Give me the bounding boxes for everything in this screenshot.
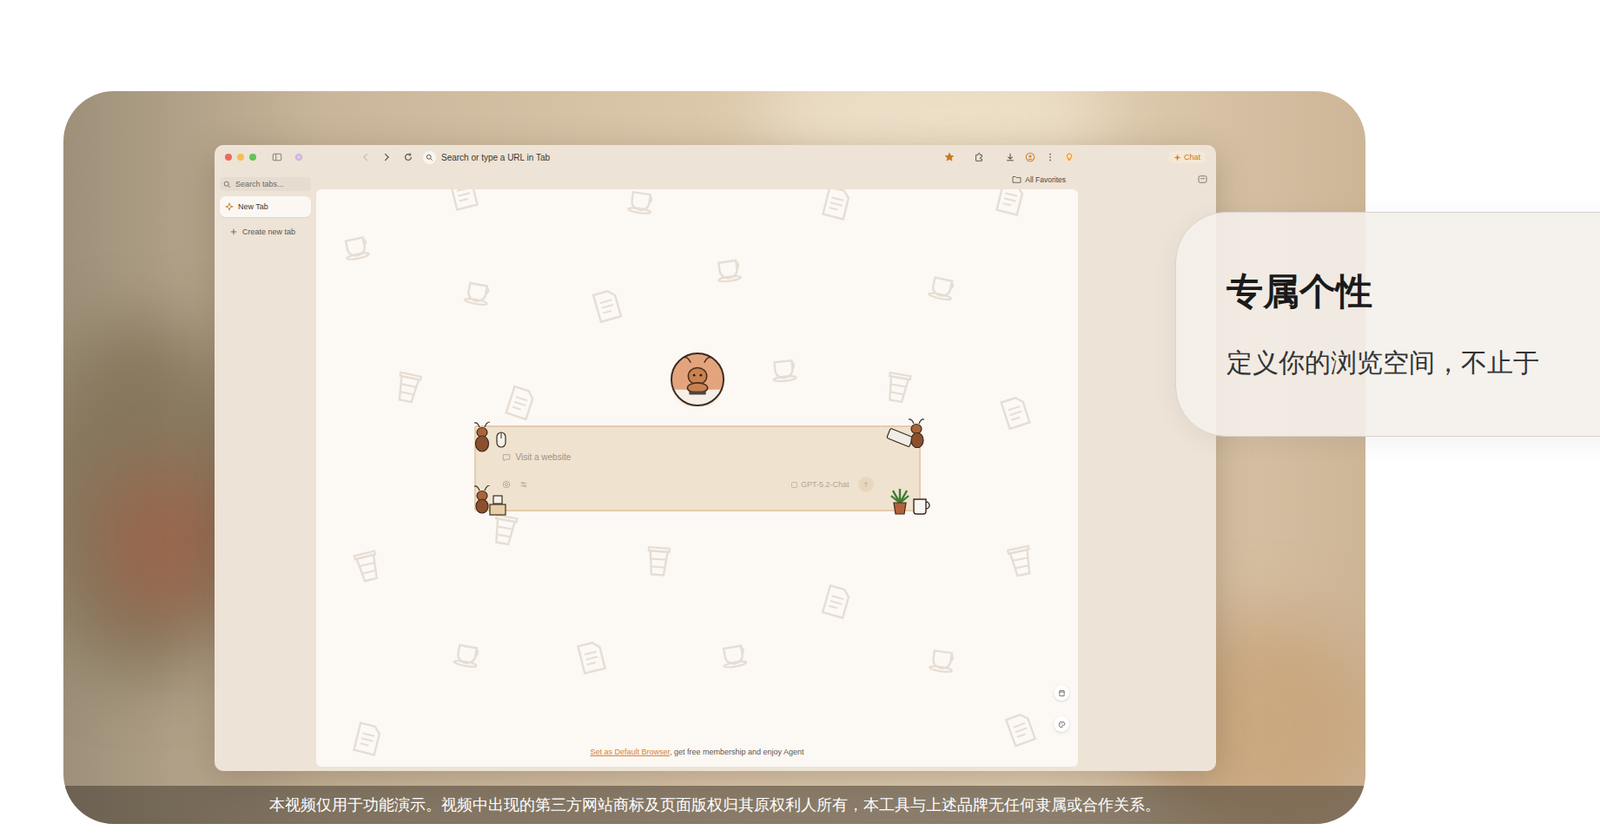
document-icon	[585, 284, 629, 327]
coffee-cup-icon	[484, 509, 525, 550]
cup-icon	[709, 246, 749, 286]
composer-input[interactable]: Visit a website	[502, 452, 904, 463]
settings-sliders-icon[interactable]	[519, 480, 529, 490]
create-tab-button[interactable]: Create new tab	[219, 227, 311, 237]
mention-icon[interactable]	[502, 480, 511, 490]
new-tab-page: Visit a website GPT-5.2-Chat Set as Defaul…	[316, 189, 1078, 767]
chat-button[interactable]: Chat	[1168, 151, 1206, 164]
demo-video: Search or type a URL in Tab Chat Search ta…	[63, 91, 1366, 825]
document-icon	[814, 580, 858, 623]
all-favorites-button[interactable]: All Favorites	[1011, 175, 1066, 185]
close-button[interactable]	[224, 153, 232, 161]
store-button[interactable]	[1053, 685, 1070, 701]
cup-icon	[766, 347, 805, 386]
model-icon	[790, 481, 799, 490]
sidebar-tab[interactable]: New Tab	[219, 196, 311, 218]
space-icon[interactable]	[293, 152, 305, 163]
cup-icon	[449, 632, 490, 673]
reload-icon[interactable]	[403, 152, 414, 163]
minimize-button[interactable]	[237, 153, 245, 161]
tab-search-field[interactable]: Search tabs...	[219, 177, 311, 192]
forward-arrow-icon[interactable]	[381, 152, 392, 163]
cup-icon	[923, 264, 965, 305]
bug-with-keyboard-icon	[885, 418, 926, 454]
download-icon[interactable]	[1004, 152, 1016, 163]
address-bar[interactable]: Search or type a URL in Tab	[420, 148, 962, 166]
cup-icon	[924, 637, 964, 677]
coffee-cup-icon	[387, 366, 429, 408]
folder-icon	[1011, 175, 1022, 184]
bug-with-mouse-icon	[472, 420, 513, 456]
page: Search or type a URL in Tab Chat Search ta…	[0, 0, 1600, 837]
coffee-cup-icon	[346, 545, 389, 588]
palette-icon	[1057, 720, 1066, 729]
extensions-icon[interactable]	[973, 152, 985, 163]
panel-icon[interactable]	[1197, 175, 1208, 184]
cup-icon	[336, 223, 377, 265]
feature-title: 专属个性	[1226, 270, 1600, 314]
document-icon	[815, 189, 858, 225]
bookmark-star-icon[interactable]	[944, 152, 955, 163]
document-icon	[442, 189, 485, 215]
chat-bubble-icon	[502, 453, 511, 463]
cup-icon	[459, 270, 500, 311]
theme-button[interactable]	[1053, 716, 1070, 733]
coffee-cup-icon	[999, 540, 1041, 582]
tab-sidebar: Search tabs... New Tab Create new tab	[214, 169, 317, 772]
sidebar-toggle-icon[interactable]	[271, 152, 283, 163]
document-icon	[346, 718, 389, 761]
send-button[interactable]	[858, 476, 874, 493]
bulb-icon[interactable]	[1063, 151, 1076, 164]
mascot-icon	[670, 352, 725, 407]
address-placeholder: Search or type a URL in Tab	[441, 152, 939, 163]
plant-and-mug-icon	[889, 487, 933, 517]
feature-card: 专属个性定义你的浏览空间，不止于	[1175, 211, 1600, 437]
default-browser-banner: Set as Default Browser, get free members…	[589, 747, 804, 757]
bug-at-desk-icon	[472, 485, 508, 517]
arrow-up-icon	[862, 481, 870, 489]
tab-favicon-icon	[224, 202, 234, 212]
search-icon	[423, 151, 437, 165]
mascot-avatar	[668, 350, 726, 408]
browser-window: Search or type a URL in Tab Chat Search ta…	[214, 145, 1217, 772]
document-icon	[989, 189, 1032, 220]
cup-icon	[622, 189, 662, 219]
more-menu-icon[interactable]	[1044, 152, 1056, 163]
model-selector[interactable]: GPT-5.2-Chat	[790, 480, 850, 490]
document-icon	[993, 390, 1038, 435]
search-icon	[223, 180, 232, 189]
coffee-cup-icon	[878, 367, 919, 408]
document-icon	[498, 381, 543, 425]
disclaimer-caption: 本视频仅用于功能演示。视频中出现的第三方网站商标及页面版权归其原权利人所有，本工…	[63, 786, 1366, 825]
sparkle-icon	[1173, 153, 1182, 162]
favorites-bar: All Favorites	[316, 169, 1217, 190]
feature-subtitle: 定义你的浏览空间，不止于	[1226, 345, 1600, 381]
coffee-cup-icon	[640, 542, 678, 581]
document-icon	[998, 707, 1043, 752]
title-bar: Search or type a URL in Tab Chat	[214, 145, 1217, 170]
cup-icon	[714, 632, 755, 673]
set-default-browser-link[interactable]: Set as Default Browser	[589, 747, 670, 757]
composer[interactable]: Visit a website GPT-5.2-Chat	[474, 425, 921, 512]
store-icon	[1057, 689, 1066, 698]
plus-icon	[230, 228, 238, 236]
document-icon	[570, 636, 613, 679]
zoom-button[interactable]	[249, 153, 257, 161]
profile-icon[interactable]	[1024, 152, 1036, 163]
back-arrow-icon[interactable]	[360, 152, 371, 163]
